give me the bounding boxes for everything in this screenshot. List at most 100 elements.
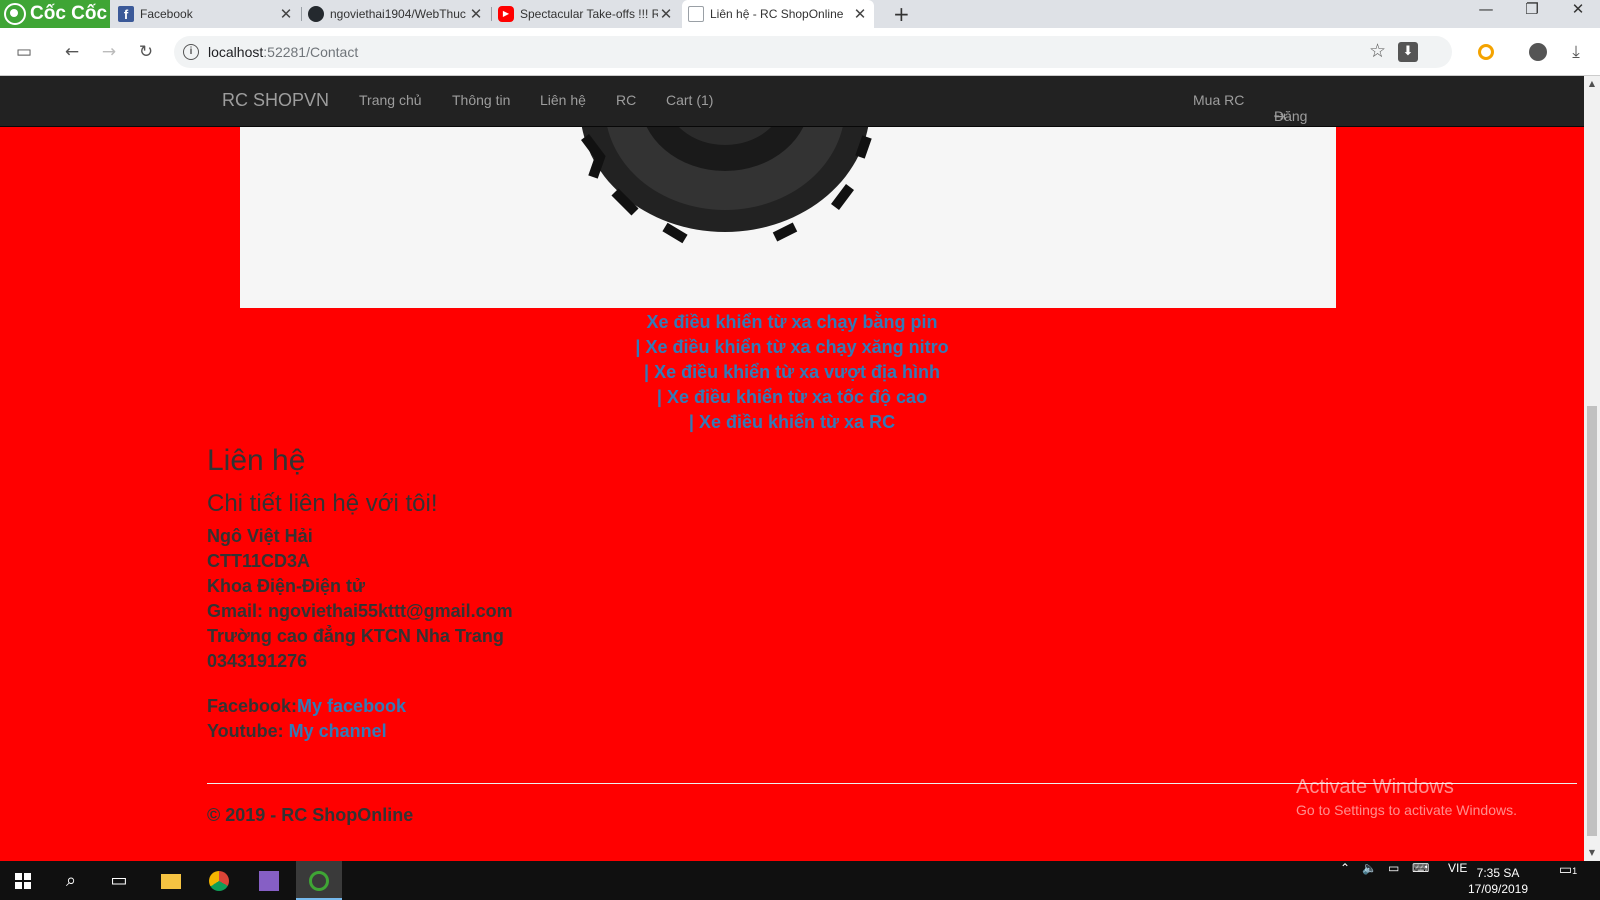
tab-title: ngoviethai1904/WebThuc <box>330 7 466 21</box>
windows-activation-watermark: Activate Windows Go to Settings to activ… <box>1296 776 1517 818</box>
scroll-down-arrow-icon[interactable]: ▼ <box>1584 845 1600 861</box>
category-separator: | <box>688 412 694 432</box>
social-links: Facebook:My facebook Youtube: My channel <box>207 694 513 744</box>
keyboard-icon[interactable]: ⌨ <box>1412 861 1429 900</box>
coccoc-taskbar-icon[interactable] <box>296 861 342 900</box>
close-tab-icon[interactable]: ✕ <box>278 5 294 23</box>
clock-date: 17/09/2019 <box>1467 882 1529 896</box>
nav-link-about[interactable]: Thông tin <box>452 92 510 108</box>
facebook-link[interactable]: My facebook <box>297 696 406 716</box>
youtube-label: Youtube: <box>207 721 289 741</box>
contact-phone: 0343191276 <box>207 651 308 671</box>
coccoc-menu-button[interactable]: Cốc Cốc <box>0 0 110 28</box>
youtube-row: Youtube: My channel <box>207 719 513 744</box>
page-subtitle: Chi tiết liên hệ với tôi! <box>207 490 438 517</box>
contact-school: Trường cao đẳng KTCN Nha Trang <box>207 626 504 646</box>
category-link-offroad[interactable]: Xe điều khiển từ xa vượt địa hình <box>654 362 940 382</box>
contact-address: Ngô Việt Hải CTT11CD3A Khoa Điện-Điện tử… <box>207 524 513 674</box>
url-host: localhost <box>208 44 264 60</box>
url-text[interactable]: localhost:52281/Contact <box>208 44 358 60</box>
nav-link-cart[interactable]: Cart (1) <box>666 92 713 108</box>
nav-link-buy-rc[interactable]: Mua RC <box>1193 92 1244 108</box>
nav-link-contact[interactable]: Liên hệ <box>540 92 586 108</box>
coccoc-logo-icon <box>4 3 26 25</box>
tab-title: Facebook <box>140 7 193 21</box>
facebook-label: Facebook: <box>207 696 298 716</box>
page-scrollbar[interactable]: ▲ ▼ <box>1584 76 1600 861</box>
tire-image <box>581 127 872 244</box>
browser-tabstrip: Cốc Cốc f Facebook ✕ ngoviethai1904/WebT… <box>0 0 1600 28</box>
site-info-icon[interactable]: i <box>183 44 199 60</box>
sidebar-toggle-icon[interactable]: ▭ <box>12 40 36 64</box>
coccoc-extension-icon[interactable] <box>1474 40 1498 64</box>
new-tab-button[interactable]: + <box>893 0 910 28</box>
scroll-up-arrow-icon[interactable]: ▲ <box>1584 76 1600 92</box>
category-link-battery[interactable]: Xe điều khiển từ xa chạy bằng pin <box>646 312 937 332</box>
restore-button[interactable]: ❐ <box>1509 0 1555 28</box>
navbar-brand[interactable]: RC SHOPVN <box>222 90 329 111</box>
network-icon[interactable]: ▭ <box>1388 861 1399 900</box>
facebook-favicon-icon: f <box>118 6 134 22</box>
close-tab-icon[interactable]: ✕ <box>852 5 868 23</box>
address-bar[interactable]: i localhost:52281/Contact ☆ ⬇ <box>174 36 1452 68</box>
tab-title: Spectacular Take-offs !!! R <box>520 7 658 21</box>
download-extension-icon[interactable]: ⬇ <box>1398 42 1418 62</box>
notification-count: 1 <box>1572 866 1578 876</box>
windows-start-icon[interactable] <box>0 861 46 900</box>
browser-toolbar: ▭ ← → ↻ i localhost:52281/Contact ☆ ⬇ ⤓ <box>0 28 1600 76</box>
scrollbar-thumb[interactable] <box>1587 406 1597 836</box>
tab-youtube[interactable]: ▶ Spectacular Take-offs !!! R ✕ <box>492 0 680 28</box>
page-favicon-icon <box>688 6 704 22</box>
contact-email: Gmail: ngoviethai55kttt@gmail.com <box>207 601 513 621</box>
tray-overflow-icon[interactable]: ⌃ <box>1340 861 1350 900</box>
youtube-link[interactable]: My channel <box>289 721 387 741</box>
category-link-rc[interactable]: Xe điều khiển từ xa RC <box>699 412 895 432</box>
minimize-button[interactable]: — <box>1463 0 1509 28</box>
category-separator: | <box>644 362 650 382</box>
category-links: Xe điều khiển từ xa chạy bằng pin | Xe đ… <box>0 310 1584 435</box>
reload-icon[interactable]: ↻ <box>134 40 158 64</box>
watermark-title: Activate Windows <box>1296 776 1454 798</box>
file-explorer-icon[interactable] <box>148 861 194 900</box>
contact-section: Liên hệ Chi tiết liên hệ với tôi! Ngô Vi… <box>207 444 513 744</box>
tab-facebook[interactable]: f Facebook ✕ <box>112 0 300 28</box>
profile-avatar-icon[interactable] <box>1526 40 1550 64</box>
category-line: | Xe điều khiển từ xa RC <box>0 410 1584 435</box>
forward-arrow-icon[interactable]: → <box>97 40 121 64</box>
close-tab-icon[interactable]: ✕ <box>468 5 484 23</box>
nav-link-home[interactable]: Trang chủ <box>359 92 422 108</box>
task-view-icon[interactable]: ▭ <box>96 861 142 900</box>
notification-center-icon[interactable]: ▭1 <box>1556 861 1580 900</box>
contact-class: CTT11CD3A <box>207 551 311 571</box>
tab-title: Liên hệ - RC ShopOnline <box>710 7 844 21</box>
search-icon[interactable]: ⌕ <box>48 861 94 900</box>
downloads-icon[interactable]: ⤓ <box>1564 40 1588 64</box>
github-favicon-icon <box>308 6 324 22</box>
language-indicator[interactable]: VIE <box>1448 861 1467 900</box>
category-line: | Xe điều khiển từ xa tốc độ cao <box>0 385 1584 410</box>
page-title: Liên hệ <box>207 444 306 477</box>
chrome-icon[interactable] <box>196 861 242 900</box>
tab-contact[interactable]: Liên hệ - RC ShopOnline ✕ <box>682 0 874 28</box>
close-window-button[interactable]: ✕ <box>1555 0 1600 28</box>
close-tab-icon[interactable]: ✕ <box>658 5 674 23</box>
tab-github[interactable]: ngoviethai1904/WebThuc ✕ <box>302 0 490 28</box>
category-link-nitro[interactable]: Xe điều khiển từ xa chạy xăng nitro <box>645 337 948 357</box>
category-line: | Xe điều khiển từ xa chạy xăng nitro <box>0 335 1584 360</box>
page-viewport: RC SHOPVN Trang chủ Thông tin Liên hệ RC… <box>0 76 1584 861</box>
visual-studio-icon[interactable] <box>246 861 292 900</box>
footer-copyright: © 2019 - RC ShopOnline <box>207 805 414 825</box>
watermark-subtitle: Go to Settings to activate Windows. <box>1296 802 1517 818</box>
taskbar-clock[interactable]: 7:35 SA 17/09/2019 <box>1466 865 1530 897</box>
contact-name: Ngô Việt Hải <box>207 526 313 546</box>
category-separator: | <box>656 387 662 407</box>
volume-icon[interactable]: 🔈 <box>1362 861 1377 900</box>
back-arrow-icon[interactable]: ← <box>60 40 84 64</box>
clock-time: 7:35 SA <box>1476 866 1520 880</box>
bookmark-star-icon[interactable]: ☆ <box>1369 40 1386 62</box>
youtube-favicon-icon: ▶ <box>498 6 514 22</box>
nav-link-rc[interactable]: RC <box>616 92 636 108</box>
category-link-highspeed[interactable]: Xe điều khiển từ xa tốc độ cao <box>667 387 927 407</box>
category-line: Xe điều khiển từ xa chạy bằng pin <box>0 310 1584 335</box>
category-line: | Xe điều khiển từ xa vượt địa hình <box>0 360 1584 385</box>
